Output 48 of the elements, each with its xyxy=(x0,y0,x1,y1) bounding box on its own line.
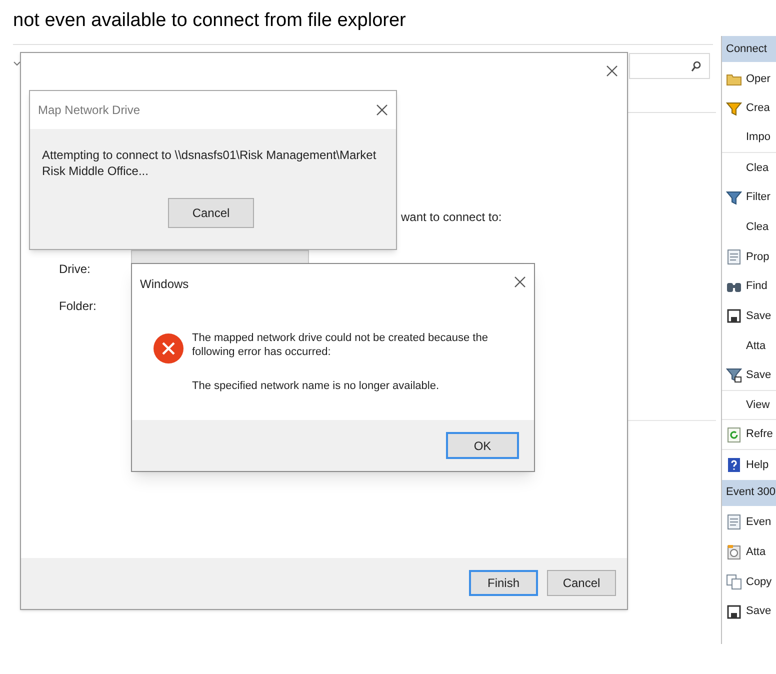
close-icon[interactable] xyxy=(514,276,526,288)
action-item[interactable]: Save xyxy=(746,308,772,325)
field-label: Folder: xyxy=(59,298,96,315)
action-item[interactable]: View xyxy=(746,396,770,414)
close-icon[interactable] xyxy=(606,65,618,77)
prompt-text: want to connect to: xyxy=(401,209,502,226)
progress-message: Attempting to connect to \\dsnasfs01\Risk Management\Market Risk Middle Office... xyxy=(42,147,378,179)
action-item[interactable]: Impo xyxy=(746,129,770,146)
copy-icon xyxy=(726,574,742,590)
document-icon xyxy=(726,514,742,530)
error-icon xyxy=(153,333,184,364)
action-item[interactable]: Crea xyxy=(746,100,770,117)
action-item[interactable]: Copy xyxy=(746,574,772,590)
help-icon xyxy=(726,456,742,473)
section-header: Connect xyxy=(722,36,776,62)
action-item[interactable]: Refre xyxy=(746,426,773,443)
funnel-icon xyxy=(726,367,742,384)
search-icon xyxy=(691,60,701,72)
dialog-title: Map Network Drive xyxy=(38,102,140,119)
funnel-icon xyxy=(726,190,742,206)
action-item[interactable]: Oper xyxy=(746,70,770,88)
cancel-button[interactable]: Cancel xyxy=(547,570,616,596)
action-item[interactable]: Even xyxy=(746,514,772,531)
section-header: Event 300 xyxy=(722,480,776,506)
document-icon xyxy=(726,248,742,265)
action-item[interactable]: Save xyxy=(746,603,772,620)
action-item[interactable]: Clea xyxy=(746,219,769,236)
chevron-down-icon[interactable] xyxy=(13,61,21,67)
dialog-title: Windows xyxy=(140,276,189,293)
action-item[interactable]: Help xyxy=(746,456,769,474)
action-item[interactable]: Clea xyxy=(746,160,769,176)
action-item[interactable]: Filter xyxy=(746,189,770,206)
cancel-button[interactable]: Cancel xyxy=(168,198,254,228)
action-item[interactable]: Prop xyxy=(746,248,770,266)
error-detail: The specified network name is no longer available. xyxy=(192,379,440,393)
refresh-icon xyxy=(726,426,742,443)
action-item[interactable]: Find xyxy=(746,278,768,295)
funnel-icon xyxy=(726,100,742,117)
caption: not even available to connect from file explorer xyxy=(13,9,406,33)
action-item[interactable]: Atta xyxy=(746,544,766,560)
action-item[interactable]: Atta xyxy=(746,338,766,354)
ok-button[interactable]: OK xyxy=(446,432,519,459)
search-field[interactable] xyxy=(629,53,710,79)
close-icon[interactable] xyxy=(376,104,388,116)
finish-button[interactable]: Finish xyxy=(469,570,538,596)
field-label: Drive: xyxy=(59,261,90,278)
action-item[interactable]: Save xyxy=(746,366,772,384)
error-message: The mapped network drive could not be created because the following error has occurred: xyxy=(192,331,489,359)
